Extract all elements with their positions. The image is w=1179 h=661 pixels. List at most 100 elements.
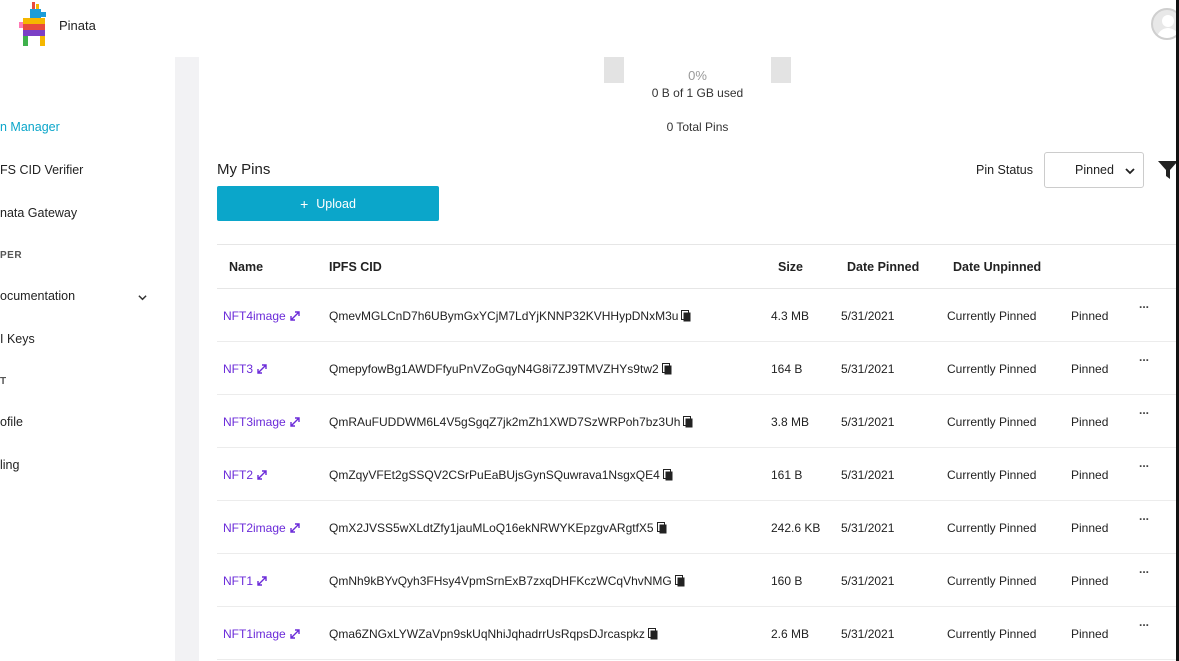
sidebar-item-documentation[interactable]: ocumentation	[0, 289, 75, 303]
external-link-icon[interactable]	[257, 576, 267, 586]
pin-name-link[interactable]: NFT2	[223, 468, 267, 482]
table-row: NFT1image Qma6ZNGxLYWZaVpn9skUqNhiJqhadrr…	[217, 607, 1179, 660]
pin-status: Pinned	[1071, 415, 1109, 429]
copy-icon[interactable]	[683, 416, 693, 428]
table-row: NFT4image QmevMGLCnD7h6UBymGxYCjM7LdYjKNN…	[217, 289, 1179, 342]
pin-status-select[interactable]: Pinned	[1044, 152, 1144, 188]
pin-date-unpinned: Currently Pinned	[947, 309, 1037, 323]
more-icon[interactable]: ...	[1139, 297, 1149, 311]
pin-name-link[interactable]: NFT1image	[223, 627, 300, 641]
pin-status: Pinned	[1071, 521, 1109, 535]
more-icon[interactable]: ...	[1139, 615, 1149, 629]
column-header-date-pinned[interactable]: Date Pinned	[847, 260, 919, 274]
pin-date-pinned: 5/31/2021	[841, 521, 895, 535]
pin-date-unpinned: Currently Pinned	[947, 362, 1037, 376]
pin-date-unpinned: Currently Pinned	[947, 627, 1037, 641]
pin-name[interactable]: NFT1image	[223, 627, 286, 641]
pin-cid-cell: QmepyfowBg1AWDFfyuPnVZoGqyN4G8i7ZJ9TMVZH…	[329, 362, 672, 376]
total-pins: 0 Total Pins	[666, 120, 729, 134]
sidebar-item-api-keys[interactable]: I Keys	[0, 332, 35, 346]
table-body: NFT4image QmevMGLCnD7h6UBymGxYCjM7LdYjKNN…	[217, 289, 1179, 660]
copy-icon[interactable]	[674, 575, 685, 587]
pin-cid: QmevMGLCnD7h6UBymGxYCjM7LdYjKNNP32KVHHyp…	[329, 309, 679, 323]
external-link-icon[interactable]	[289, 311, 300, 321]
usage-text: 0 B of 1 GB used	[651, 86, 744, 100]
copy-icon[interactable]	[661, 363, 672, 375]
chevron-down-icon[interactable]	[138, 293, 147, 302]
column-header-date-unpinned[interactable]: Date Unpinned	[953, 260, 1041, 274]
pin-cid: QmRAuFUDDWM6L4V5gSgqZ7jk2mZh1XWD7SzWRPoh…	[329, 415, 681, 429]
sidebar-item-billing[interactable]: ling	[0, 458, 19, 472]
pin-cid-cell: QmNh9kBYvQyh3FHsy4VpmSrnExB7zxqDHFKczWCq…	[329, 574, 685, 588]
column-header-name[interactable]: Name	[229, 260, 263, 274]
table-row: NFT3 QmepyfowBg1AWDFfyuPnVZoGqyN4G8i7ZJ9T…	[217, 342, 1179, 395]
pin-size: 2.6 MB	[771, 627, 810, 641]
copy-icon[interactable]	[656, 522, 667, 534]
pin-date-unpinned: Currently Pinned	[947, 468, 1037, 482]
external-link-icon[interactable]	[289, 629, 300, 639]
pin-cid-cell: QmX2JVSS5wXLdtZfy1jauMLoQ16ekNRWYKEpzgvA…	[329, 521, 667, 535]
sidebar-item-profile[interactable]: ofile	[0, 415, 23, 429]
pin-date-pinned: 5/31/2021	[841, 309, 895, 323]
brand-name: Pinata	[59, 18, 96, 33]
table-row: NFT3image QmRAuFUDDWM6L4V5gSgqZ7jk2mZh1XW…	[217, 395, 1179, 448]
pin-name-link[interactable]: NFT4image	[223, 309, 300, 323]
copy-icon[interactable]	[662, 469, 673, 481]
pin-name[interactable]: NFT1	[223, 574, 253, 588]
more-icon[interactable]: ...	[1139, 562, 1149, 576]
pin-name[interactable]: NFT2image	[223, 521, 286, 535]
copy-icon[interactable]	[681, 310, 691, 322]
pin-name[interactable]: NFT3	[223, 362, 253, 376]
sidebar-item-pinata-gateway[interactable]: nata Gateway	[0, 206, 77, 220]
pin-name[interactable]: NFT2	[223, 468, 253, 482]
pin-name-link[interactable]: NFT3	[223, 362, 267, 376]
sidebar: n Manager FS CID Verifier nata Gateway P…	[0, 57, 175, 661]
pin-size: 160 B	[771, 574, 803, 588]
external-link-icon[interactable]	[257, 364, 267, 374]
plus-icon: +	[300, 195, 309, 212]
upload-button[interactable]: + Upload	[217, 186, 439, 221]
pin-size: 3.8 MB	[771, 415, 810, 429]
pin-date-unpinned: Currently Pinned	[947, 574, 1037, 588]
top-bar: Pinata	[0, 0, 1179, 57]
pin-date-pinned: 5/31/2021	[841, 627, 895, 641]
avatar-head-icon	[1162, 15, 1174, 27]
chevron-down-icon	[1125, 168, 1135, 175]
upload-label: Upload	[316, 196, 356, 211]
pin-cid-cell: QmevMGLCnD7h6UBymGxYCjM7LdYjKNNP32KVHHyp…	[329, 309, 691, 323]
table-row: NFT1 QmNh9kBYvQyh3FHsy4VpmSrnExB7zxqDHFKc…	[217, 554, 1179, 607]
more-icon[interactable]: ...	[1139, 403, 1149, 417]
pin-name-link[interactable]: NFT3image	[223, 415, 300, 429]
column-header-size[interactable]: Size	[778, 260, 803, 274]
pin-size: 4.3 MB	[771, 309, 810, 323]
column-header-ipfs-cid[interactable]: IPFS CID	[329, 260, 382, 274]
user-avatar[interactable]	[1151, 8, 1179, 40]
pin-cid-cell: Qma6ZNGxLYWZaVpn9skUqNhiJqhadrrUsRqpsDJr…	[329, 627, 658, 641]
sidebar-item-pin-manager[interactable]: n Manager	[0, 120, 60, 134]
more-icon[interactable]: ...	[1139, 509, 1149, 523]
filter-icon[interactable]	[1158, 161, 1178, 179]
sidebar-section-developer: PER	[0, 250, 23, 261]
pinata-logo-icon[interactable]	[19, 2, 49, 48]
external-link-icon[interactable]	[289, 523, 300, 533]
sidebar-section-account: T	[0, 376, 7, 387]
pin-size: 164 B	[771, 362, 803, 376]
pin-cid-cell: QmZqyVFEt2gSSQV2CSrPuEaBUjsGynSQuwrava1N…	[329, 468, 673, 482]
pin-cid: QmepyfowBg1AWDFfyuPnVZoGqyN4G8i7ZJ9TMVZH…	[329, 362, 659, 376]
content-gutter	[175, 57, 199, 661]
table-row: NFT2image QmX2JVSS5wXLdtZfy1jauMLoQ16ekNR…	[217, 501, 1179, 554]
pin-name-link[interactable]: NFT2image	[223, 521, 300, 535]
more-icon[interactable]: ...	[1139, 456, 1149, 470]
pin-name-link[interactable]: NFT1	[223, 574, 267, 588]
sidebar-item-ipfs-cid-verifier[interactable]: FS CID Verifier	[0, 163, 83, 177]
table-header: Name IPFS CID Size Date Pinned Date Unpi…	[217, 244, 1179, 289]
more-icon[interactable]: ...	[1139, 350, 1149, 364]
usage-percent: 0%	[688, 68, 707, 83]
copy-icon[interactable]	[647, 628, 658, 640]
pin-cid: Qma6ZNGxLYWZaVpn9skUqNhiJqhadrrUsRqpsDJr…	[329, 627, 645, 641]
external-link-icon[interactable]	[289, 417, 300, 427]
pin-name[interactable]: NFT3image	[223, 415, 286, 429]
external-link-icon[interactable]	[257, 470, 267, 480]
pin-name[interactable]: NFT4image	[223, 309, 286, 323]
pin-date-pinned: 5/31/2021	[841, 415, 895, 429]
